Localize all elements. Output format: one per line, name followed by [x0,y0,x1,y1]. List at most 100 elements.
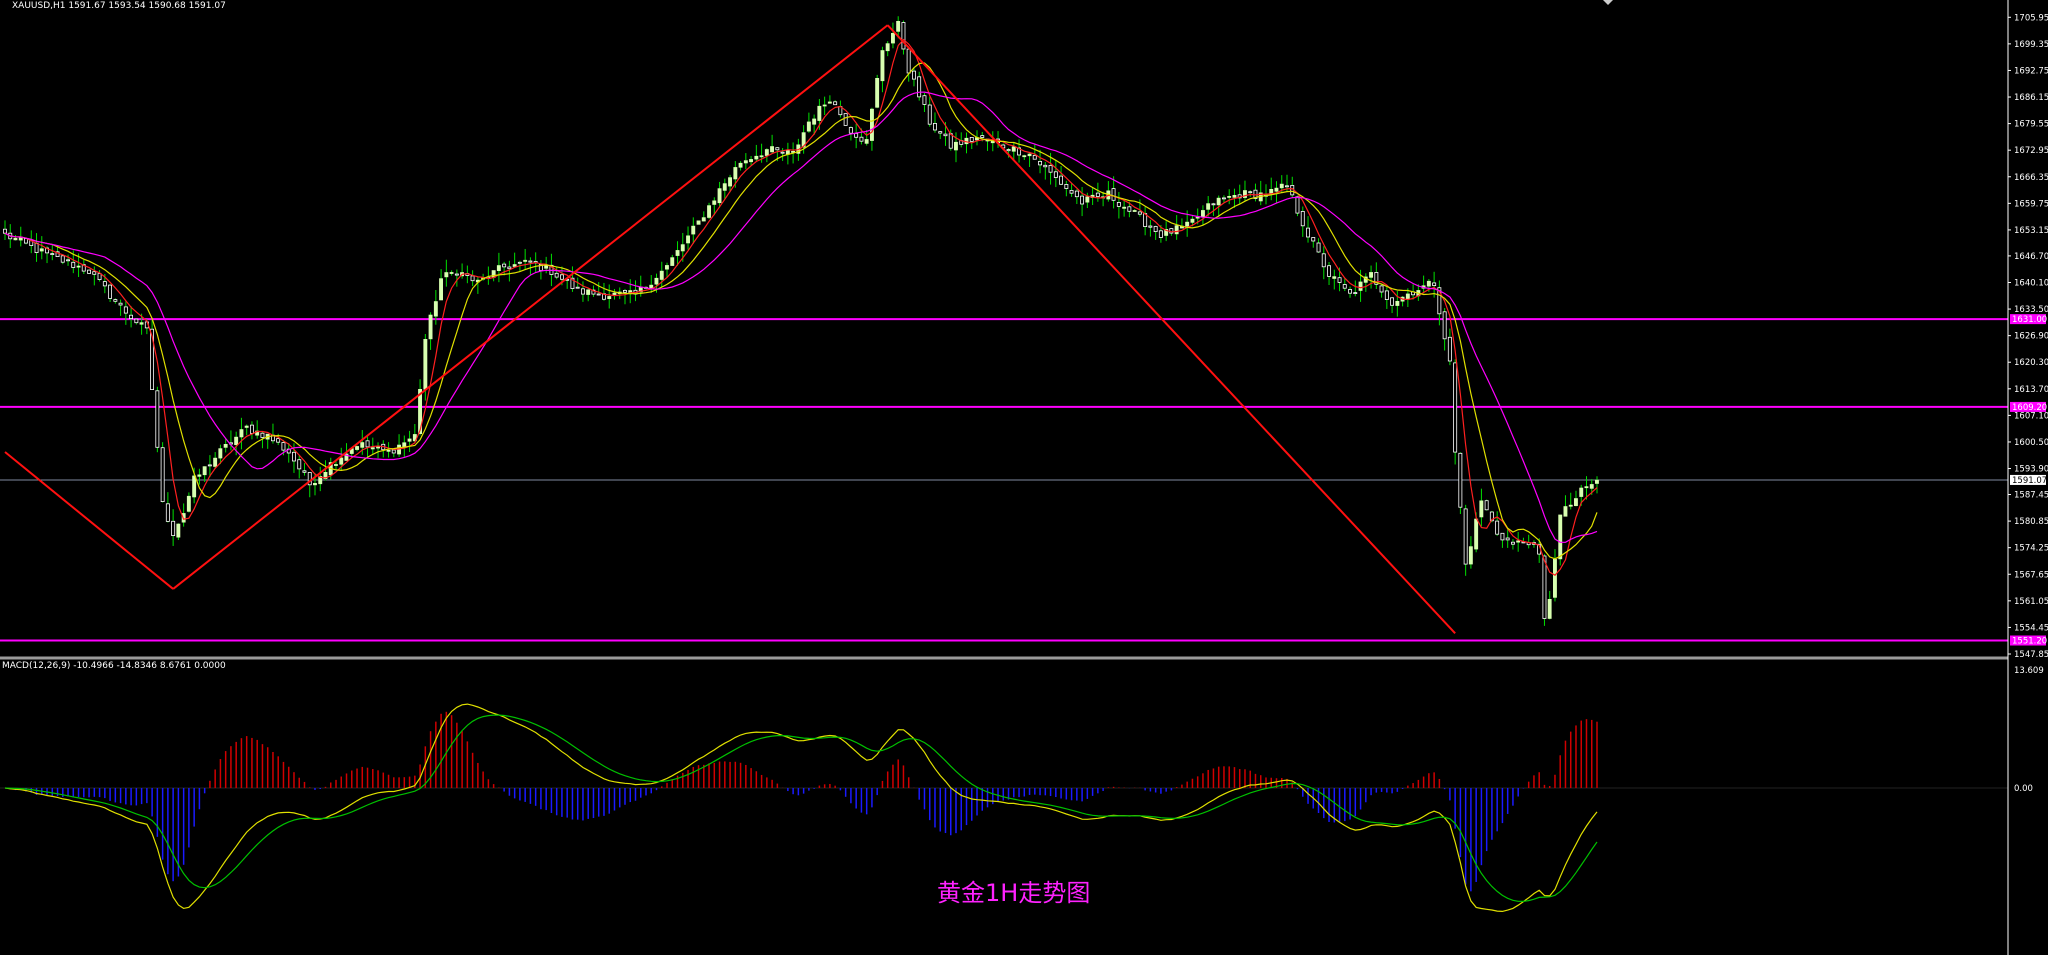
candle-body [1542,555,1547,619]
candle-body [1484,500,1489,511]
candle-body [1553,559,1557,598]
candle-body [1190,218,1195,223]
candle-body [917,76,922,98]
candle-body [160,447,165,503]
candle-body [97,273,102,281]
level-tag-label: 1551.20 [2012,637,2047,647]
candle-body [454,273,459,276]
candle-body [165,503,170,522]
candle-body [1474,518,1479,550]
candle-body [1390,297,1394,306]
candle-body [1148,225,1153,228]
candle-body [1132,210,1137,212]
candle-body [129,314,133,320]
candle-body [192,475,197,498]
candle-body [1300,210,1305,227]
chart-canvas[interactable]: 1631.001609.201551.201591.071705.951699.… [0,0,2048,955]
candle-body [1038,160,1042,166]
price-tick-label: 1574.25 [2014,544,2048,554]
candle-body [102,281,107,287]
candle-body [39,248,44,252]
candle-body [969,136,974,142]
price-tick-label: 1626.90 [2014,332,2048,342]
candle-body [691,225,696,235]
macd-tick-label: 13.609 [2014,666,2044,676]
candle-body [1069,189,1074,194]
candle-body [1447,336,1452,362]
trendline [886,24,1456,634]
candle-body [885,43,890,52]
candle-body [71,261,76,268]
price-tick-label: 1620.30 [2014,358,2048,368]
candle-body [1353,292,1358,295]
candle-body [943,133,948,137]
candle-body [891,33,895,44]
candle-body [933,123,937,131]
candle-body [596,293,601,296]
candle-body [276,438,281,443]
price-tick-label: 1547.85 [2014,650,2048,660]
candle-body [386,449,391,452]
price-tick-label: 1593.90 [2014,465,2048,475]
candle-body [76,265,81,268]
candle-body [759,155,764,158]
candle-body [1579,487,1584,497]
candle-body [722,183,727,191]
candle-body [333,464,338,466]
candle-body [13,237,18,241]
price-tick-label: 1554.45 [2014,623,2048,633]
candle-body [733,167,738,180]
triangle-dropdown-icon[interactable] [1603,0,1613,5]
macd-tick-label: 0.00 [2014,784,2033,794]
candle-body [1274,187,1279,192]
candle-body [297,459,302,470]
candle-body [560,274,564,280]
candle-body [1080,195,1084,205]
candle-body [1095,192,1100,197]
candle-body [922,95,927,105]
candle-body [1395,300,1400,306]
candle-body [1279,183,1284,189]
candle-body [1137,211,1142,215]
candle-body [1384,290,1389,300]
candle-body [155,390,160,448]
signal-line [4,714,1598,903]
candle-body [806,121,811,132]
candle-body [449,272,454,274]
candle-body [848,127,853,134]
candle-body [686,235,690,244]
candle-body [843,113,848,126]
candle-body [1027,153,1032,157]
candle-body [1337,277,1342,283]
price-axis: 1631.001609.201551.201591.071705.951699.… [2007,0,2048,955]
candle-body [1458,452,1463,508]
candle-body [1227,195,1232,198]
candle-body [1595,479,1599,484]
price-tick-label: 1580.85 [2014,517,2048,527]
price-tick-label: 1692.75 [2014,66,2048,76]
candle-body [1442,311,1447,340]
candle-body [118,302,123,306]
candle-body [171,520,176,536]
candle-body [980,135,985,138]
candle-body [712,200,717,205]
candle-body [827,101,832,104]
candle-body [360,442,365,448]
candle-body [60,255,65,263]
candle-body [665,265,669,270]
candle-body [223,443,228,448]
candle-body [948,133,953,149]
candle-body [743,160,748,164]
candle-body [859,136,864,142]
candle-body [575,286,580,289]
candle-body [1311,237,1316,242]
candle-body [87,269,91,274]
candle-body [92,271,97,275]
candle-body [339,457,344,465]
candle-body [1332,276,1337,279]
candle-body [659,270,664,280]
candle-body [260,432,265,438]
candle-body [1211,203,1216,206]
candle-body [50,253,55,256]
candle-body [938,131,943,134]
